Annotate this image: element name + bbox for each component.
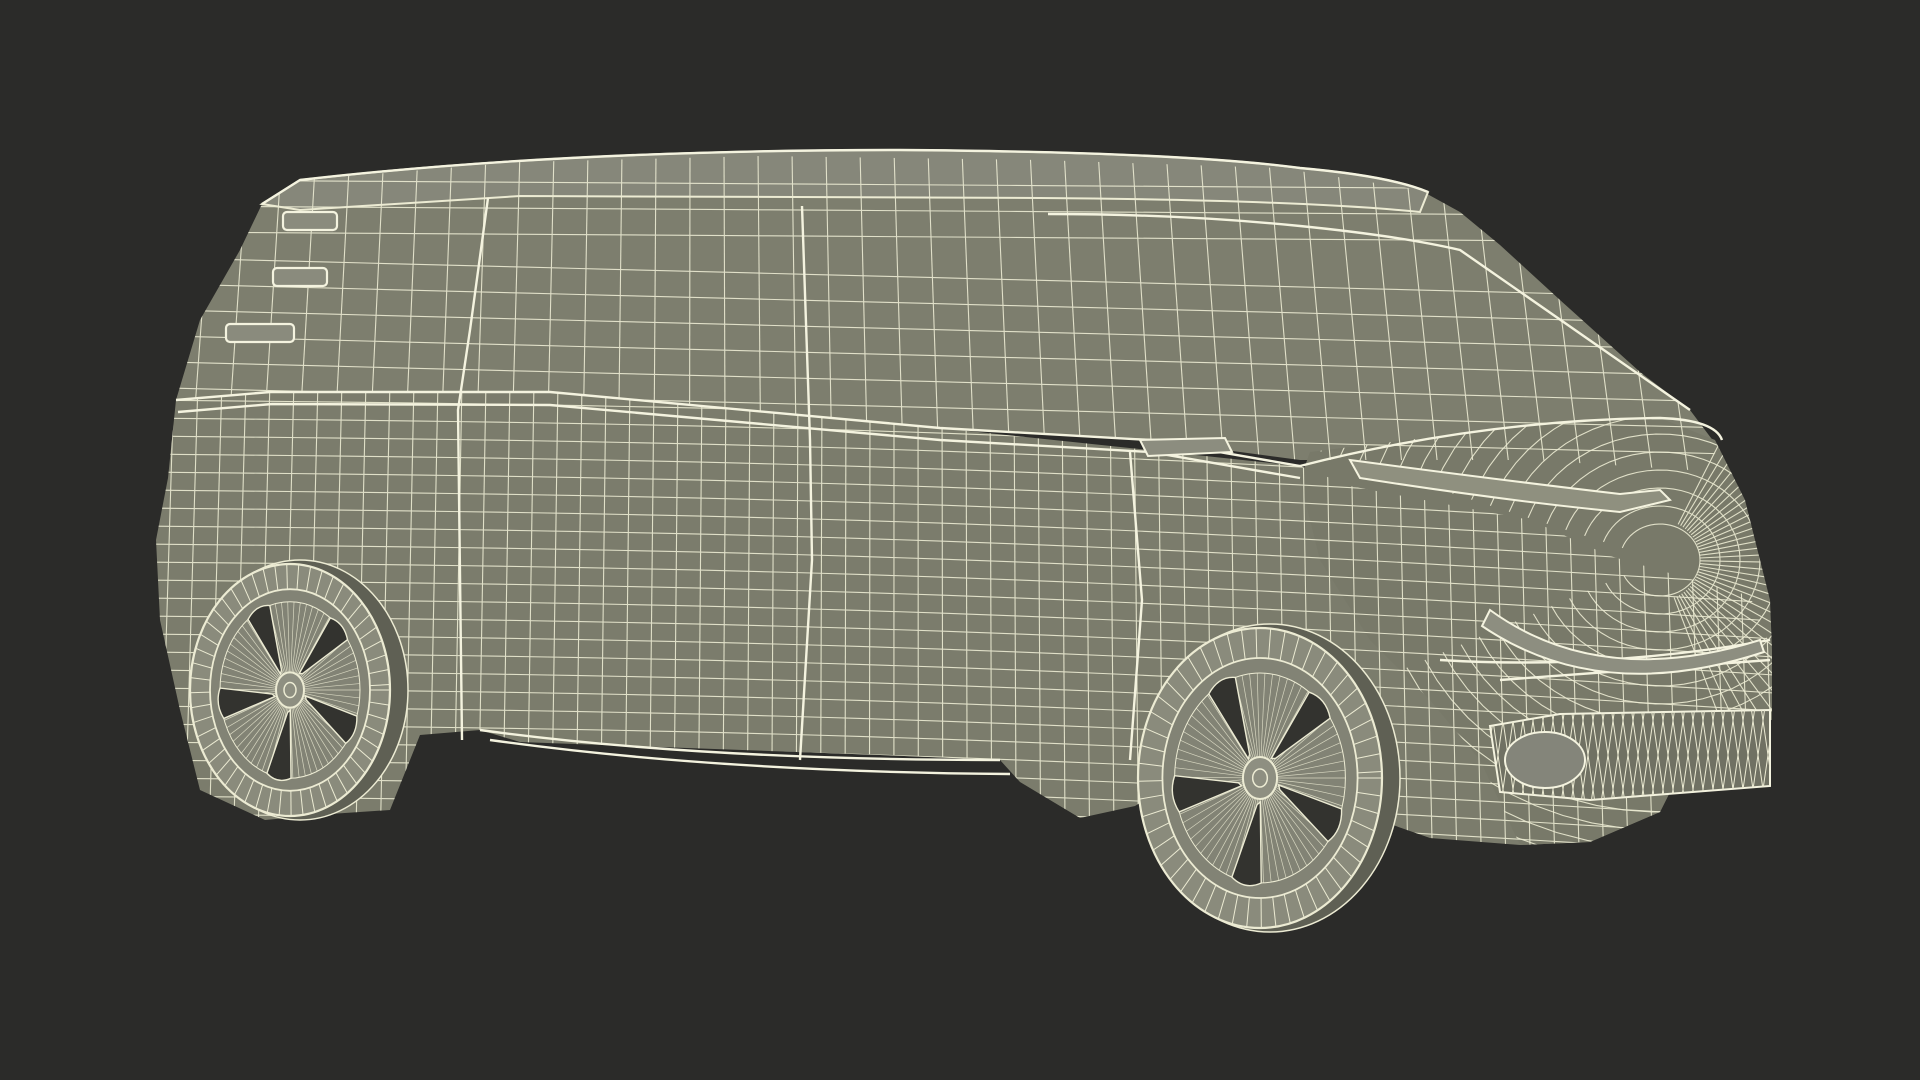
vent-slot (271, 266, 329, 288)
rear-wheel (188, 559, 409, 821)
vent-slot (224, 322, 296, 344)
scene-canvas (0, 0, 1920, 1080)
hub (1241, 756, 1279, 800)
vent-slot (281, 210, 339, 232)
tire-mesh-line (286, 564, 288, 590)
front-wheel (1136, 623, 1401, 933)
door-mirror (1138, 436, 1234, 458)
fog-light (1504, 731, 1586, 789)
tire-mesh-line (190, 691, 211, 694)
tire-mesh-line (1138, 780, 1163, 782)
render-viewport (0, 0, 1920, 1080)
hub (275, 671, 305, 709)
